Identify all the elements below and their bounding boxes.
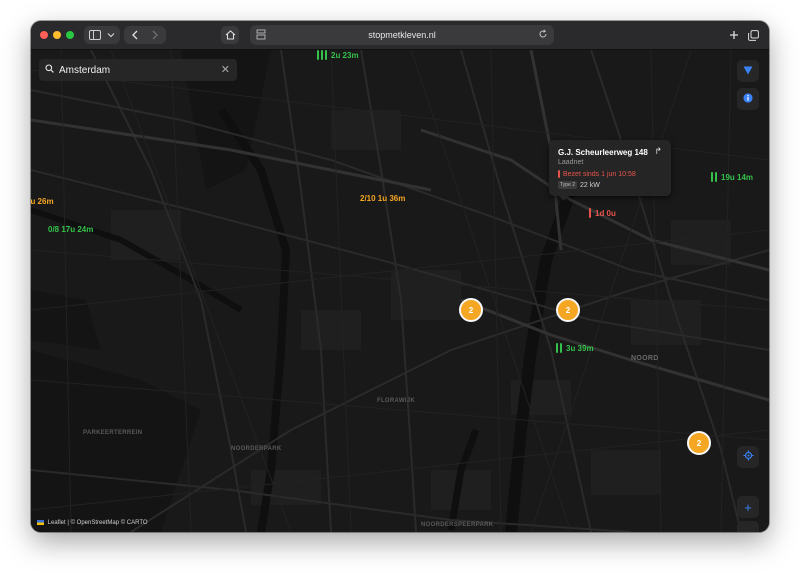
connector-type-badge: Type 2	[558, 181, 578, 189]
locate-button[interactable]	[737, 446, 759, 468]
popup-status-text: Bezet sinds 1 jun 10:58	[563, 170, 636, 178]
connector-power: 22 kW	[580, 181, 600, 189]
close-window-button[interactable]	[40, 31, 48, 39]
charger-marker-label: 1d 0u	[595, 208, 616, 218]
ukraine-flag-icon	[37, 519, 44, 525]
cluster-marker[interactable]: 2	[459, 298, 483, 322]
filter-icon	[743, 62, 753, 80]
filter-button[interactable]	[737, 60, 759, 82]
charger-marker-label: 3u 26m	[31, 197, 54, 206]
charger-marker[interactable]: 19u 14m	[711, 172, 753, 182]
charger-popup: G.J. Scheurleerweg 148 ↱ Laadnet Bezet s…	[549, 140, 671, 201]
share-icon[interactable]: ↱	[654, 146, 662, 157]
zoom-in-button[interactable]: +	[737, 496, 759, 518]
charger-marker[interactable]: 2u 23m	[317, 50, 359, 60]
search-icon	[45, 64, 54, 76]
map-label-noorderspeerpark: NOORDERSPEERPARK	[421, 522, 494, 528]
browser-window: stopmetkleven.nl NOORD FLORAWIJK NOORDER…	[31, 21, 769, 532]
map-view[interactable]: NOORD FLORAWIJK NOORDERPARK PARKEERTERRE…	[31, 50, 769, 532]
charger-marker[interactable]: 1d 0u	[589, 208, 616, 218]
reload-icon[interactable]	[538, 29, 548, 41]
plus-icon[interactable]	[726, 26, 742, 44]
availability-bars-icon	[711, 172, 717, 182]
map-label-florawijk: FLORAWIJK	[377, 398, 416, 404]
history-nav-group	[124, 26, 166, 44]
cluster-marker[interactable]: 2	[556, 298, 580, 322]
charger-marker-label: 19u 14m	[721, 172, 754, 182]
info-button[interactable]	[737, 88, 759, 110]
url-text: stopmetkleven.nl	[368, 30, 436, 40]
charger-marker[interactable]: 3u 26m	[31, 197, 54, 206]
map-label-noorderpark: NOORDERPARK	[231, 446, 282, 452]
map-label-noord: NOORD	[631, 355, 659, 362]
popup-tail	[559, 196, 569, 201]
map-attribution: Leaflet | © OpenStreetMap © CARTO	[37, 519, 148, 526]
charger-marker[interactable]: 3u 39m	[556, 343, 594, 353]
charger-marker[interactable]: 2/10 1u 36m	[360, 194, 405, 203]
locate-icon	[743, 448, 754, 466]
browser-toolbar: stopmetkleven.nl	[31, 21, 769, 50]
search-input[interactable]	[59, 64, 209, 76]
sidebar-toggle-group	[84, 26, 120, 44]
map-label-parkeerterrein: PARKEERTERREIN	[83, 430, 143, 436]
charger-marker-label: 0/8 17u 24m	[48, 225, 94, 234]
map-tiles	[31, 50, 769, 532]
availability-bars-icon	[556, 343, 562, 353]
zoom-window-button[interactable]	[66, 31, 74, 39]
popup-title: G.J. Scheurleerweg 148	[558, 148, 648, 157]
popup-operator: Laadnet	[558, 159, 584, 166]
chevron-right-icon[interactable]	[146, 26, 164, 44]
address-bar[interactable]: stopmetkleven.nl	[250, 25, 554, 45]
zoom-out-button[interactable]: −	[737, 521, 759, 532]
tabs-overview-icon[interactable]	[745, 26, 761, 44]
close-icon[interactable]: ✕	[221, 63, 230, 76]
charger-marker-label: 2u 23m	[331, 50, 359, 60]
popup-status: Bezet sinds 1 jun 10:58	[558, 170, 636, 178]
charger-marker-label: 3u 39m	[566, 343, 594, 353]
charger-marker[interactable]: 0/8 17u 24m	[48, 225, 93, 234]
home-icon[interactable]	[221, 26, 239, 44]
chevron-down-icon[interactable]	[104, 26, 118, 44]
info-icon	[743, 90, 753, 108]
chevron-left-icon[interactable]	[126, 26, 144, 44]
availability-bars-icon	[317, 50, 327, 60]
search-bar: ✕	[39, 59, 237, 81]
occupied-indicator-icon	[558, 170, 560, 178]
occupied-bar-icon	[589, 208, 591, 218]
attribution-text[interactable]: Leaflet | © OpenStreetMap © CARTO	[48, 520, 148, 526]
popup-connector: Type 2 22 kW	[558, 181, 600, 189]
page-settings-icon[interactable]	[256, 29, 266, 42]
charger-marker-label: 2/10 1u 36m	[360, 194, 406, 203]
sidebar-icon[interactable]	[87, 26, 103, 44]
minimize-window-button[interactable]	[53, 31, 61, 39]
cluster-marker[interactable]: 2	[687, 431, 711, 455]
